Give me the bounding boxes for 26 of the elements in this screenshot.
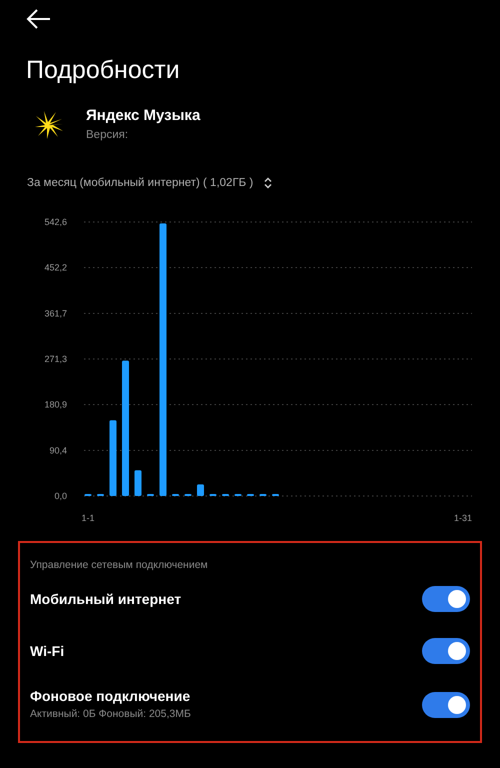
y-tick-label: 361,7 (44, 308, 67, 318)
y-tick-label: 90,4 (49, 445, 67, 456)
y-tick-label: 0,0 (54, 491, 67, 501)
bar (197, 484, 204, 496)
toggle-switch[interactable] (422, 692, 470, 718)
bar (134, 470, 142, 496)
version-label: Версия: (86, 129, 128, 141)
usage-detail: Активный: 0Б Фоновый: 205,3МБ (30, 708, 191, 720)
y-tick-label: 542,6 (44, 217, 67, 227)
y-tick-label: 452,2 (44, 262, 67, 273)
setting-label: Wi-Fi (30, 643, 64, 659)
back-arrow-icon[interactable] (26, 8, 52, 30)
section-heading: Управление сетевым подключением (30, 559, 208, 571)
toggle-switch[interactable] (422, 586, 470, 612)
x-tick-label: 1-31 (454, 513, 472, 523)
app-name: Яндекс Музыка (86, 107, 200, 124)
y-tick-label: 180,9 (44, 400, 67, 410)
toggle-switch[interactable] (422, 638, 470, 664)
period-selector[interactable]: За месяц (мобильный интернет) ( 1,02ГБ ) (27, 177, 254, 189)
setting-label: Фоновое подключение (30, 688, 191, 704)
x-tick-label: 1-1 (82, 513, 94, 523)
page-title: Подробности (26, 56, 180, 85)
y-tick-label: 271,3 (44, 354, 67, 364)
setting-label: Мобильный интернет (30, 591, 182, 607)
up-down-chevron-icon[interactable] (263, 177, 274, 189)
star-burst-icon (34, 110, 64, 140)
